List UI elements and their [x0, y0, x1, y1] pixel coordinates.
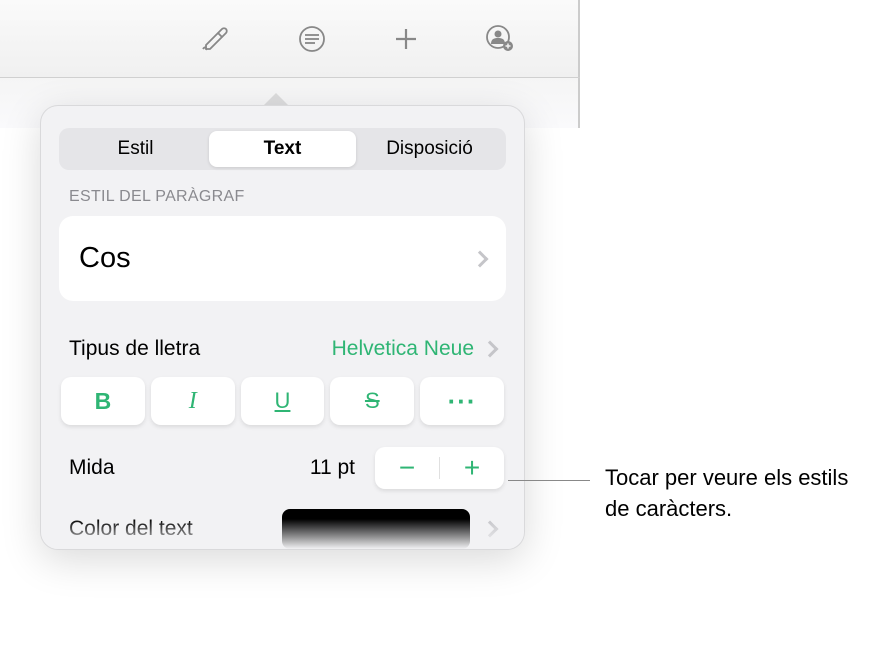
text-style-buttons: B I U S ··· — [59, 373, 506, 439]
font-section: Tipus de lletra Helvetica Neue B I U S ·… — [59, 325, 506, 549]
size-stepper: − + — [375, 447, 504, 489]
more-button[interactable]: ··· — [420, 377, 504, 425]
tab-layout[interactable]: Disposició — [356, 131, 503, 167]
font-label: Tipus de lletra — [69, 337, 200, 361]
text-color-label: Color del text — [69, 517, 282, 541]
chevron-right-icon — [482, 341, 499, 358]
toolbar — [0, 0, 580, 78]
collaborate-icon[interactable] — [485, 19, 515, 59]
tab-style[interactable]: Estil — [62, 131, 209, 167]
size-value: 11 pt — [310, 456, 355, 480]
format-brush-icon[interactable] — [200, 19, 232, 59]
strikethrough-button[interactable]: S — [330, 377, 414, 425]
add-icon[interactable] — [392, 19, 420, 59]
size-row: Mida 11 pt − + — [59, 439, 506, 503]
tab-text[interactable]: Text — [209, 131, 356, 167]
text-color-swatch — [282, 509, 470, 549]
italic-button[interactable]: I — [151, 377, 235, 425]
font-row[interactable]: Tipus de lletra Helvetica Neue — [59, 325, 506, 373]
size-increase-button[interactable]: + — [440, 447, 504, 489]
paragraph-style-row[interactable]: Cos — [59, 216, 506, 301]
size-label: Mida — [69, 456, 310, 480]
text-color-row[interactable]: Color del text — [59, 503, 506, 549]
paragraph-style-card: Cos — [59, 216, 506, 301]
callout-line — [508, 480, 590, 481]
chevron-right-icon — [482, 521, 499, 538]
callout-text: Tocar per veure els estils de caràcters. — [605, 463, 865, 525]
paragraph-style-label: ESTIL DEL PARÀGRAF — [41, 188, 524, 216]
font-value: Helvetica Neue — [332, 337, 474, 361]
chevron-right-icon — [472, 250, 489, 267]
format-popover: Estil Text Disposició ESTIL DEL PARÀGRAF… — [40, 105, 525, 550]
insert-icon[interactable] — [297, 19, 327, 59]
underline-button[interactable]: U — [241, 377, 325, 425]
size-decrease-button[interactable]: − — [375, 447, 439, 489]
format-tabs: Estil Text Disposició — [59, 128, 506, 170]
paragraph-style-value: Cos — [79, 242, 131, 275]
bold-button[interactable]: B — [61, 377, 145, 425]
